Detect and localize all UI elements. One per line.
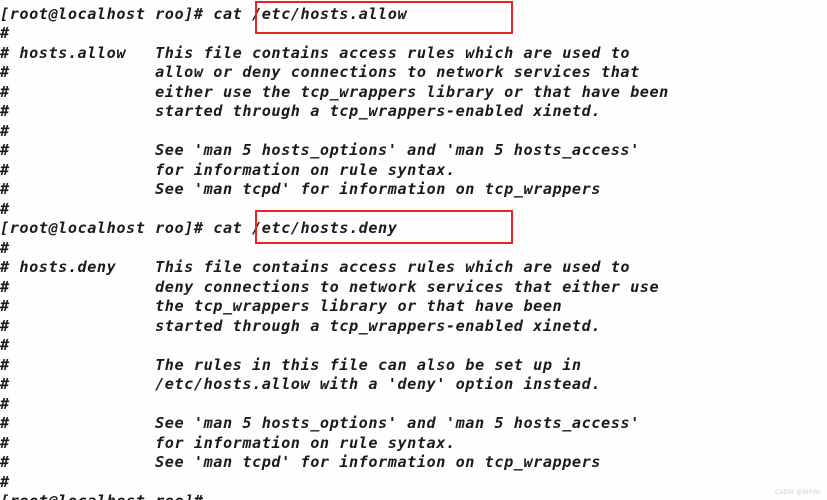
terminal-line: # See 'man 5 hosts_options' and 'man 5 h… bbox=[0, 141, 640, 159]
terminal-line: # either use the tcp_wrappers library or… bbox=[0, 83, 669, 101]
terminal-line: # started through a tcp_wrappers-enabled… bbox=[0, 102, 602, 120]
watermark: CSDN @WPWi bbox=[774, 489, 821, 496]
terminal-line: # bbox=[0, 24, 10, 42]
terminal-line: # hosts.allow This file contains access … bbox=[0, 44, 631, 62]
terminal-line: # for information on rule syntax. bbox=[0, 161, 456, 179]
terminal-line: # hosts.deny This file contains access r… bbox=[0, 258, 631, 276]
terminal-line: # See 'man tcpd' for information on tcp_… bbox=[0, 180, 602, 198]
terminal-line: # for information on rule syntax. bbox=[0, 434, 456, 452]
terminal-line: [root@localhost roo]# bbox=[0, 492, 827, 500]
terminal-line: # deny connections to network services t… bbox=[0, 278, 660, 296]
terminal-line: # bbox=[0, 395, 10, 413]
terminal-line: # bbox=[0, 336, 10, 354]
terminal-line: [root@localhost roo]# cat /etc/hosts.den… bbox=[0, 219, 398, 237]
terminal-line: # See 'man tcpd' for information on tcp_… bbox=[0, 453, 602, 471]
terminal-line: # allow or deny connections to network s… bbox=[0, 63, 640, 81]
terminal-line: # bbox=[0, 473, 10, 491]
terminal-line: [root@localhost roo]# cat /etc/hosts.all… bbox=[0, 5, 408, 23]
terminal-line: # bbox=[0, 200, 10, 218]
terminal-line: # /etc/hosts.allow with a 'deny' option … bbox=[0, 375, 602, 393]
terminal-line: # The rules in this file can also be set… bbox=[0, 356, 582, 374]
terminal-line: # started through a tcp_wrappers-enabled… bbox=[0, 317, 602, 335]
terminal-line: # bbox=[0, 239, 10, 257]
terminal-window: [root@localhost roo]# cat /etc/hosts.all… bbox=[0, 0, 827, 500]
terminal-line: # the tcp_wrappers library or that have … bbox=[0, 297, 563, 315]
terminal-line: # bbox=[0, 122, 10, 140]
terminal-line: # See 'man 5 hosts_options' and 'man 5 h… bbox=[0, 414, 640, 432]
